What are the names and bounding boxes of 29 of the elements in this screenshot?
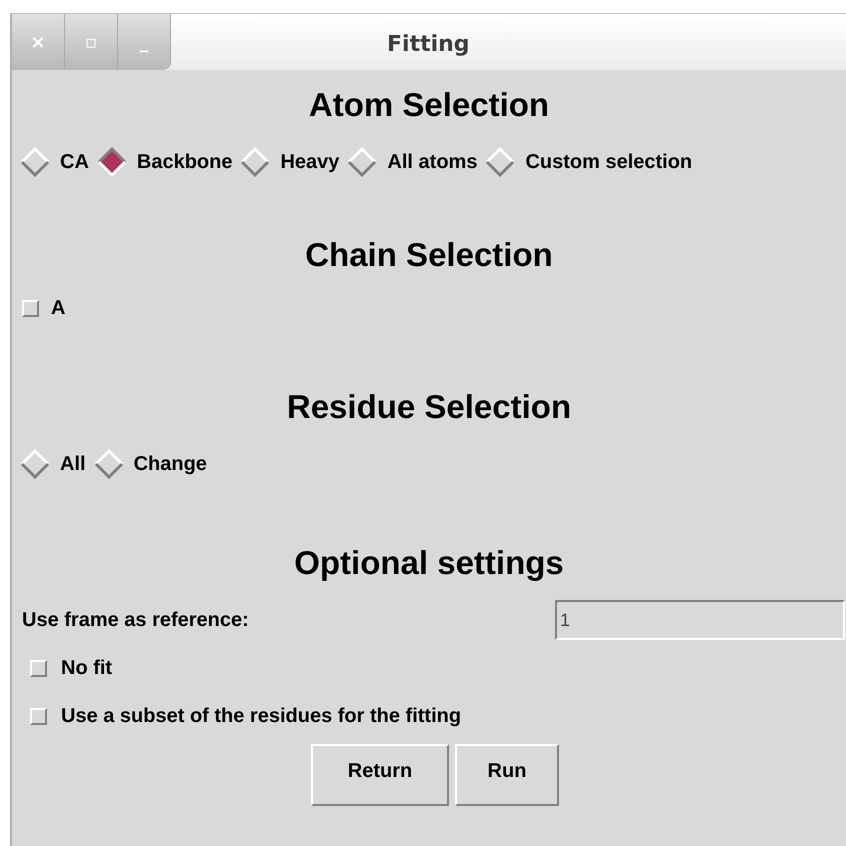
section-heading: Chain Selection bbox=[305, 235, 553, 276]
text-field[interactable]: 1 bbox=[555, 600, 845, 640]
radio-button[interactable] bbox=[96, 147, 127, 177]
radio-button[interactable] bbox=[485, 147, 516, 177]
option-label: All bbox=[60, 452, 86, 477]
radio-button[interactable] bbox=[20, 449, 50, 479]
option-label: Heavy bbox=[280, 150, 340, 175]
option-label: CA bbox=[60, 150, 89, 175]
section-heading: Optional settings bbox=[294, 543, 564, 584]
option-label: Use a subset of the residues for the fitting bbox=[61, 704, 462, 729]
checkbox[interactable] bbox=[30, 708, 47, 724]
option-label: Use frame as reference: bbox=[22, 608, 250, 633]
radio-button[interactable] bbox=[240, 147, 270, 177]
radio-button[interactable] bbox=[94, 449, 124, 479]
radio-button[interactable] bbox=[347, 147, 378, 177]
return-button[interactable]: Return bbox=[311, 744, 449, 806]
window-title: Fitting bbox=[387, 31, 470, 59]
option-label: No fit bbox=[61, 656, 112, 681]
option-label: Backbone bbox=[136, 150, 232, 175]
option-label: A bbox=[51, 296, 66, 321]
run-button[interactable]: Run bbox=[455, 744, 559, 806]
radio-button[interactable] bbox=[20, 147, 50, 177]
checkbox[interactable] bbox=[22, 300, 39, 316]
option-label: All atoms bbox=[387, 150, 478, 175]
checkbox[interactable] bbox=[30, 660, 47, 676]
section-heading: Atom Selection bbox=[308, 85, 550, 126]
option-label: Change bbox=[134, 452, 207, 477]
option-label: Custom selection bbox=[525, 150, 692, 175]
section-heading: Residue Selection bbox=[286, 387, 572, 428]
